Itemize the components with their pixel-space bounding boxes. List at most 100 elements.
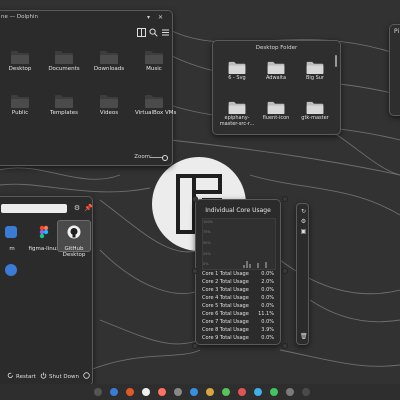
app-menu-icon[interactable] xyxy=(94,388,102,396)
documents-folder-icon xyxy=(55,49,73,64)
folder-item[interactable]: VirtualBox VMs xyxy=(135,93,176,116)
taskbar xyxy=(0,384,400,400)
figma-icon xyxy=(39,225,49,239)
task-icon[interactable] xyxy=(110,388,118,396)
close-icon[interactable]: ✕ xyxy=(157,14,164,21)
folder-icon xyxy=(228,59,246,74)
task-icon[interactable] xyxy=(238,388,246,396)
resize-handle[interactable] xyxy=(192,343,198,349)
folder-icon xyxy=(306,59,324,74)
folder-item[interactable]: Desktop xyxy=(1,49,39,72)
desktop-folder-title: Desktop Folder xyxy=(255,45,298,51)
desktop-folder-item[interactable]: Adwaita xyxy=(258,59,294,81)
app-item[interactable] xyxy=(0,262,29,281)
core-usage-title: Individual Core Usage xyxy=(205,207,271,214)
task-icon[interactable] xyxy=(206,388,214,396)
desktop-folder-icon xyxy=(11,49,29,64)
github-icon xyxy=(67,225,81,239)
folder-icon xyxy=(228,99,246,114)
settings-icon[interactable]: ⚙ xyxy=(73,204,81,212)
settings-icon[interactable]: ⚙ xyxy=(300,218,307,225)
more-icon[interactable] xyxy=(83,372,90,379)
split-view-icon[interactable] xyxy=(137,28,146,37)
power-icon xyxy=(40,372,47,379)
restart-button[interactable]: Restart xyxy=(16,374,36,380)
folder-item[interactable]: Music xyxy=(135,49,173,72)
core-row: Core 7 Total Usage 0.0% xyxy=(202,319,274,325)
core-row: Core 6 Total Usage 11.1% xyxy=(202,311,274,317)
folder-item[interactable]: Templates xyxy=(45,93,83,116)
folder-item[interactable]: Public xyxy=(1,93,39,116)
core-row: Core 1 Total Usage 0.0% xyxy=(202,271,274,277)
desktop-folder-item[interactable]: 6 - Svg xyxy=(219,59,255,81)
resize-handle[interactable] xyxy=(192,268,198,274)
core-row: Core 3 Total Usage 0.0% xyxy=(202,287,274,293)
app-item[interactable]: m xyxy=(0,224,29,252)
restart-icon xyxy=(7,372,13,378)
folder-item[interactable]: Documents xyxy=(45,49,83,72)
minimize-icon[interactable]: ▾ xyxy=(145,14,152,21)
core-row: Core 2 Total Usage 2.0% xyxy=(202,279,274,285)
task-icon[interactable] xyxy=(270,388,278,396)
virtualbox-folder-icon xyxy=(145,93,163,108)
folder-icon xyxy=(267,59,285,74)
desktop-folder-item[interactable]: epiphany-master-src-r... xyxy=(219,99,255,127)
figma-icon[interactable] xyxy=(158,388,166,396)
pi-widget-title: Pi xyxy=(394,28,400,35)
resize-handle[interactable] xyxy=(282,196,288,202)
dolphin-titlebar[interactable]: ne — Dolphin ▾ ✕ xyxy=(0,11,172,24)
core-usage-graph: 100% 75% 50% 25% 0% xyxy=(202,218,276,270)
task-icon[interactable] xyxy=(222,388,230,396)
desktop-folder-item[interactable]: fluent-icon xyxy=(258,99,294,121)
rotate-icon[interactable]: ↻ xyxy=(300,208,307,215)
public-folder-icon xyxy=(11,93,29,108)
downloads-folder-icon xyxy=(100,49,118,64)
videos-folder-icon xyxy=(100,93,118,108)
core-usage-list: Core 1 Total Usage 0.0% Core 2 Total Usag… xyxy=(202,270,274,342)
search-icon[interactable] xyxy=(149,28,158,37)
search-input[interactable] xyxy=(1,204,67,213)
music-folder-icon xyxy=(145,49,163,64)
firefox-icon[interactable] xyxy=(126,388,134,396)
task-icon[interactable] xyxy=(286,388,294,396)
core-row: Core 9 Total Usage 0.0% xyxy=(202,335,274,341)
dolphin-title: ne — Dolphin xyxy=(1,14,38,20)
resize-handle[interactable] xyxy=(282,343,288,349)
core-row: Core 4 Total Usage 0.0% xyxy=(202,295,274,301)
desktop-folder-item[interactable]: gtk-master xyxy=(297,99,333,121)
task-icon[interactable] xyxy=(302,388,310,396)
zoom-slider-handle[interactable] xyxy=(162,155,168,161)
app-launcher[interactable]: ⚙ 📌 m figma-linux GitHub Desktop Restart… xyxy=(0,196,93,386)
widget-edit-toolbar: ↻ ⚙ ▣ 🗑 xyxy=(296,203,309,345)
desktop-folder-widget[interactable]: Desktop Folder 6 - Svg Adwaita Big Sur e… xyxy=(212,40,341,135)
move-icon[interactable]: ▣ xyxy=(300,228,307,235)
task-icon[interactable] xyxy=(254,388,262,396)
app-icon xyxy=(5,226,17,238)
hamburger-menu-icon[interactable] xyxy=(161,28,170,37)
core-usage-widget[interactable]: Individual Core Usage 100% 75% 50% 25% 0… xyxy=(195,199,281,345)
shutdown-button[interactable]: Shut Down xyxy=(49,374,79,380)
app-item-figma[interactable]: figma-linux xyxy=(27,224,61,252)
terminal-icon[interactable] xyxy=(174,388,182,396)
app-item-github-desktop[interactable]: GitHub Desktop xyxy=(57,220,91,258)
scrollbar[interactable] xyxy=(335,55,337,67)
folder-item[interactable]: Videos xyxy=(90,93,128,116)
files-icon[interactable] xyxy=(190,388,198,396)
folder-item[interactable]: Downloads xyxy=(90,49,128,72)
resize-handle[interactable] xyxy=(192,196,198,202)
usage-spikes xyxy=(243,261,267,268)
github-icon[interactable] xyxy=(142,388,150,396)
templates-folder-icon xyxy=(55,93,73,108)
core-row: Core 5 Total Usage 0.0% xyxy=(202,303,274,309)
remove-widget-icon[interactable]: 🗑 xyxy=(300,333,308,340)
app-icon xyxy=(5,264,17,276)
pi-widget[interactable]: Pi xyxy=(389,24,400,116)
desktop: ne — Dolphin ▾ ✕ Desktop Documents Downl… xyxy=(0,0,400,400)
folder-icon xyxy=(267,99,285,114)
dolphin-window[interactable]: ne — Dolphin ▾ ✕ Desktop Documents Downl… xyxy=(0,10,176,166)
core-row: Core 8 Total Usage 3.9% xyxy=(202,327,274,333)
pin-icon[interactable]: 📌 xyxy=(84,204,93,212)
folder-icon xyxy=(306,99,324,114)
resize-handle[interactable] xyxy=(282,268,288,274)
desktop-folder-item[interactable]: Big Sur xyxy=(297,59,333,81)
